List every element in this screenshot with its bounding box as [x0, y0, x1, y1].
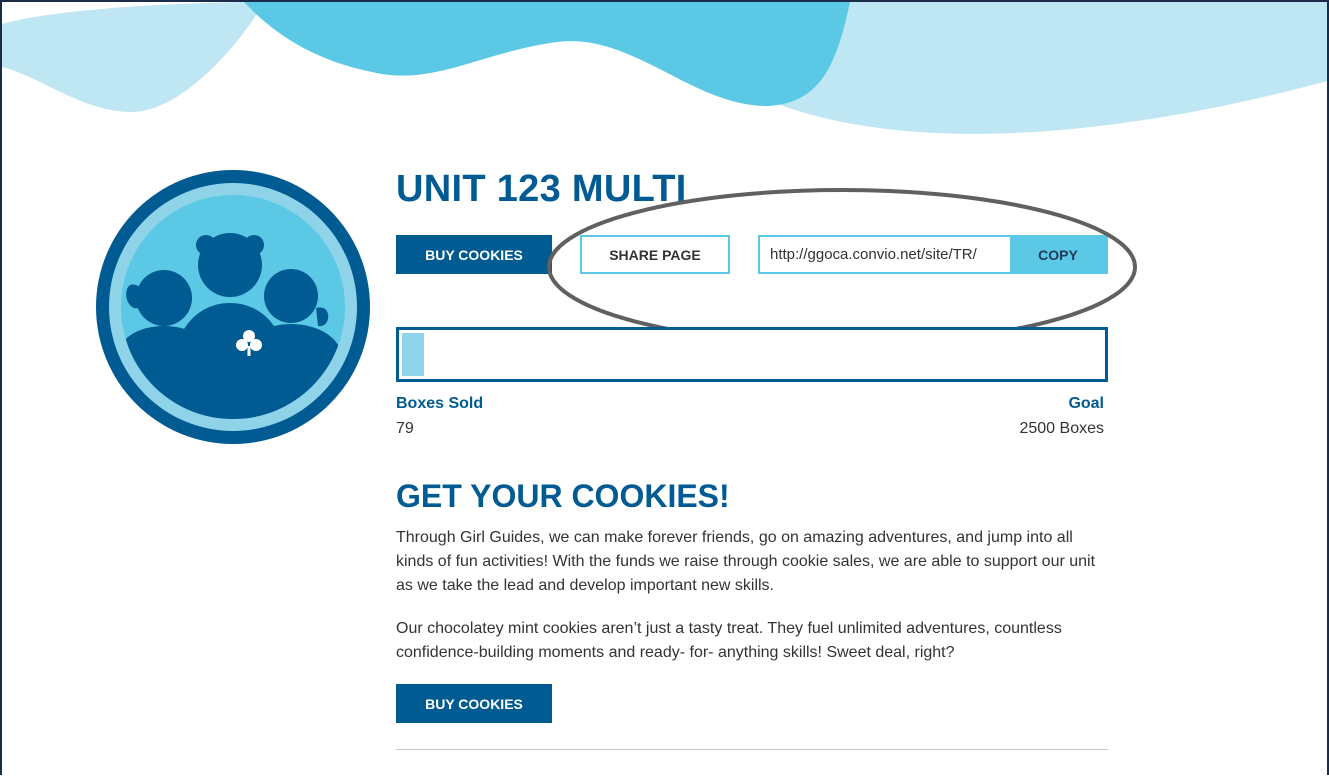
cookies-paragraph: Our chocolatey mint cookies aren’t just …	[396, 620, 1062, 661]
intro-paragraph: Through Girl Guides, we can make forever…	[396, 529, 1096, 594]
goal-label: Goal	[1068, 395, 1104, 412]
copy-url-button[interactable]: COPY	[1010, 237, 1106, 272]
share-url-group: COPY	[758, 235, 1108, 274]
girl-guides-group-avatar	[96, 170, 370, 444]
page-frame: UNIT 123 MULTI BUY COOKIES SHARE PAGE CO…	[0, 0, 1329, 775]
section-heading: GET YOUR COOKIES!	[396, 478, 730, 514]
boxes-sold-label: Boxes Sold	[396, 395, 484, 412]
share-page-button[interactable]: SHARE PAGE	[580, 235, 730, 274]
share-url-input[interactable]	[760, 237, 1010, 272]
boxes-sold-value: 79	[396, 420, 414, 437]
page-title: UNIT 123 MULTI	[396, 168, 687, 210]
header-waves	[2, 2, 1327, 134]
buy-cookies-button-bottom[interactable]: BUY COOKIES	[396, 684, 552, 723]
progress-fill	[402, 333, 424, 376]
buy-cookies-button[interactable]: BUY COOKIES	[396, 235, 552, 274]
boxes-progress-bar	[396, 327, 1108, 382]
section-divider	[396, 749, 1108, 750]
goal-value: 2500 Boxes	[1019, 420, 1104, 437]
